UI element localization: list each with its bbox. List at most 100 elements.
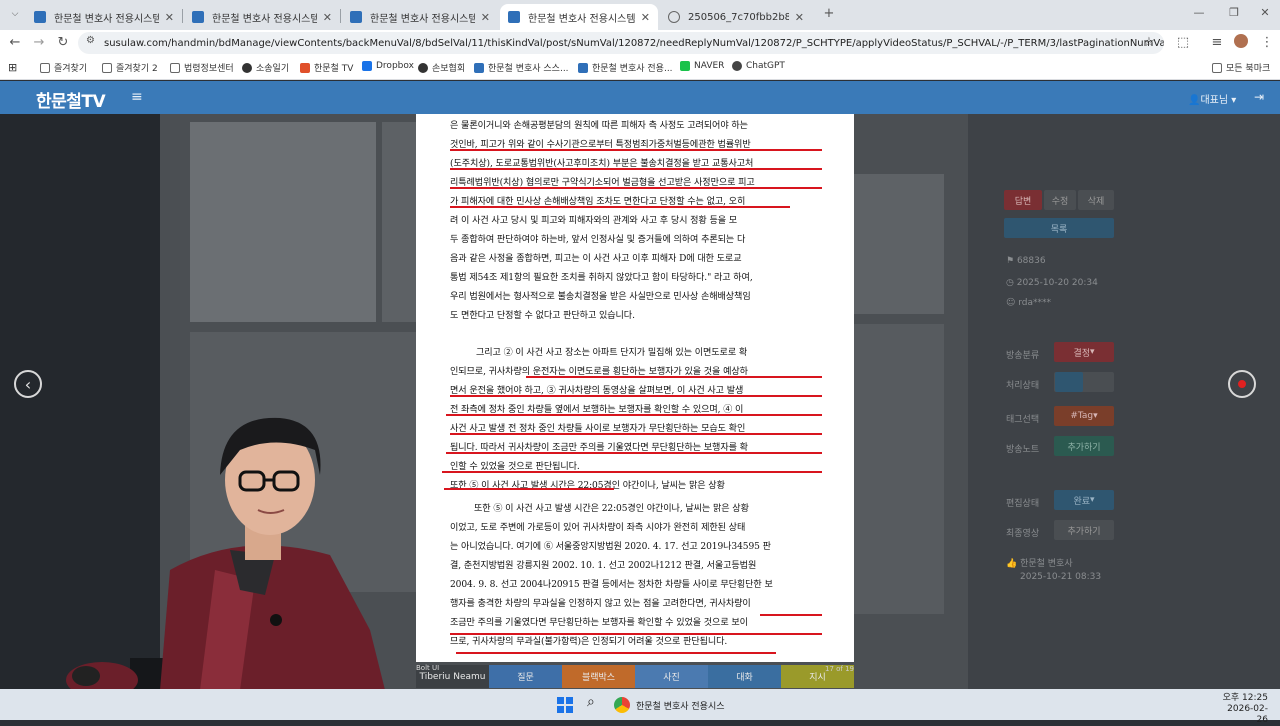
bookmark-item[interactable]: 한문철 TV bbox=[300, 61, 353, 74]
site-favicon-icon bbox=[350, 11, 362, 23]
user-icon: 👤 bbox=[1188, 95, 1201, 106]
hamburger-menu-icon[interactable]: ≡ bbox=[131, 89, 143, 105]
add-final-video-button[interactable]: 추가하기 bbox=[1054, 520, 1114, 540]
doc-line: 인되므로, 귀사차량의 운전자는 이면도로를 횡단하는 보행자가 있을 것을 예… bbox=[450, 367, 748, 377]
next-page-button[interactable] bbox=[1228, 370, 1256, 398]
browser-tab[interactable]: 한문철 변호사 전용시스템 ✕ bbox=[342, 4, 498, 30]
doc-line: 됩니다. 따라서 귀사차량이 조금만 주의를 기울였다면 무단횡단하는 보행자를… bbox=[450, 443, 748, 453]
user-menu[interactable]: 👤대표님 ▾ bbox=[1188, 91, 1236, 106]
chatgpt-icon bbox=[732, 61, 742, 71]
doc-line: 결, 춘천지방법원 강릉지원 2002. 10. 1. 선고 2002나1212… bbox=[450, 561, 757, 571]
doc-line: 음과 같은 사정을 종합하면, 피고는 이 사건 사고 이후 피해자 D에 대한… bbox=[450, 254, 742, 264]
new-tab-button[interactable]: + bbox=[820, 5, 838, 23]
windows-start-icon[interactable] bbox=[557, 697, 573, 713]
doc-line: 두 종합하여 판단하여야 하는바, 앞서 인정사실 및 증거들에 의하여 추론되… bbox=[450, 235, 746, 245]
bookmark-item[interactable]: 즐겨찾기 bbox=[40, 61, 87, 74]
restore-icon[interactable]: ❐ bbox=[1225, 4, 1243, 22]
browser-tab[interactable]: 250506_7c70fbb2b8b3bcb01e·✕ bbox=[660, 4, 812, 30]
site-favicon-icon bbox=[192, 11, 204, 23]
tab-question[interactable]: 질문 bbox=[489, 665, 562, 688]
globe-icon bbox=[242, 62, 252, 73]
bookmark-item[interactable]: 한문철 변호사 전용... bbox=[578, 61, 673, 74]
list-button[interactable]: 목록 bbox=[1004, 218, 1114, 238]
bookmark-item[interactable]: 손보협회 bbox=[418, 61, 465, 74]
bookmark-item[interactable]: 법령정보센터 bbox=[170, 61, 234, 74]
app-logo[interactable]: 한문철TV bbox=[36, 87, 106, 112]
extensions-icon[interactable]: ⬚ bbox=[1174, 34, 1192, 52]
address-bar[interactable]: ⚙ susulaw.com/handmin/bdManage/viewConte… bbox=[78, 32, 1164, 54]
delete-button[interactable]: 삭제 bbox=[1078, 190, 1114, 210]
doc-line: 조금만 주의를 기울였다면 무단횡단하는 보행자를 확인할 수 있었을 것으로 … bbox=[450, 618, 748, 628]
site-info-icon[interactable]: ⚙ bbox=[86, 35, 95, 46]
viewer-bottom-tabs: Tiberiu Neamu 질문 블랙박스 사진 대화 지시 bbox=[416, 665, 854, 688]
bookmark-item[interactable]: 즐겨찾기 2 bbox=[102, 61, 158, 74]
tag-select[interactable]: #Tag ▾ bbox=[1054, 406, 1114, 426]
site-favicon-icon bbox=[508, 11, 520, 23]
add-note-button[interactable]: 추가하기 bbox=[1054, 436, 1114, 456]
doc-line: 그리고 ② 이 사건 사고 장소는 아파트 단지가 밀집해 있는 이면도로로 확 bbox=[476, 348, 748, 358]
bookmark-item[interactable]: Dropbox bbox=[362, 61, 414, 71]
post-user: ☺ rda**** bbox=[1006, 298, 1052, 308]
red-underline bbox=[450, 206, 790, 208]
tab-chat[interactable]: 대화 bbox=[708, 665, 781, 688]
logout-icon[interactable]: ⇥ bbox=[1254, 90, 1264, 104]
bookmark-item[interactable]: ChatGPT bbox=[732, 61, 785, 71]
tab-close-icon[interactable]: ✕ bbox=[641, 11, 650, 24]
all-bookmarks[interactable]: 모든 북마크 bbox=[1212, 61, 1270, 74]
tab-search-icon[interactable]: ⌵ bbox=[6, 5, 24, 23]
red-underline bbox=[444, 488, 614, 490]
folder-icon bbox=[40, 62, 50, 73]
doc-line: 가 피해자에 대한 민사상 손해배상책임 조차도 면한다고 단정할 수는 없고,… bbox=[450, 197, 746, 207]
minimize-icon[interactable]: — bbox=[1190, 4, 1208, 22]
browser-tab-active[interactable]: 한문철 변호사 전용시스템 ✕ bbox=[500, 4, 658, 30]
system-clock[interactable]: 오후 12:25 2026-02-26 bbox=[1216, 693, 1268, 726]
reload-icon[interactable]: ↻ bbox=[54, 34, 72, 52]
doc-line: 통법 제54조 제1항의 필요한 조치를 취하지 않았다고 함이 타당하다." … bbox=[450, 273, 753, 283]
apps-icon[interactable]: ⊞ bbox=[8, 61, 17, 74]
prev-page-button[interactable]: ‹ bbox=[14, 370, 42, 398]
tab-close-icon[interactable]: ✕ bbox=[481, 11, 490, 24]
forward-icon[interactable]: → bbox=[30, 34, 48, 52]
status-toggle[interactable] bbox=[1054, 372, 1114, 392]
bookmark-item[interactable]: 한문철 변호사 스스... bbox=[474, 61, 569, 74]
search-icon[interactable]: ⌕ bbox=[587, 694, 595, 710]
taskbar-chrome-item[interactable]: 한문철 변호사 전용시스 bbox=[614, 694, 725, 716]
field-label: 처리상태 bbox=[1006, 381, 1040, 391]
owner-date: 2025-10-21 08:33 bbox=[1020, 572, 1102, 582]
bookmark-item[interactable]: 소송일기 bbox=[242, 61, 289, 74]
edit-status-select[interactable]: 완료 ▾ bbox=[1054, 490, 1114, 510]
media-icon[interactable]: ≡ bbox=[1208, 34, 1226, 52]
chrome-icon bbox=[614, 697, 630, 713]
bookmark-star-icon[interactable]: ☆ bbox=[1140, 34, 1158, 52]
post-date: ◷ 2025-10-20 20:34 bbox=[1006, 278, 1098, 288]
menu-icon[interactable]: ⋮ bbox=[1258, 34, 1276, 52]
category-select[interactable]: 결정 ▾ bbox=[1054, 342, 1114, 362]
doc-line: 또한 ⑤ 이 사건 사고 발생 시간은 22:05경인 야간이나, 날씨는 맑은… bbox=[474, 504, 749, 514]
close-window-icon[interactable]: ✕ bbox=[1256, 4, 1274, 22]
reply-button[interactable]: 답변 bbox=[1004, 190, 1042, 210]
tab-close-icon[interactable]: ✕ bbox=[165, 11, 174, 24]
red-underline bbox=[450, 395, 822, 397]
globe-icon bbox=[418, 62, 428, 73]
doc-line: 면서 운전을 했어야 하고, ③ 귀사차량의 동영상을 살펴보면, 이 사건 사… bbox=[450, 386, 744, 396]
profile-avatar-icon[interactable] bbox=[1232, 34, 1250, 52]
back-icon[interactable]: ← bbox=[6, 34, 24, 52]
browser-tab[interactable]: 한문철 변호사 전용시스템 ✕ bbox=[26, 4, 182, 30]
tab-photo[interactable]: 사진 bbox=[635, 665, 708, 688]
doc-line: 이었고, 도로 주변에 가로등이 있어 귀사차량이 좌측 시야가 완전히 제한된… bbox=[450, 523, 746, 533]
browser-tab[interactable]: 한문철 변호사 전용시스템 ✕ bbox=[184, 4, 340, 30]
bookmark-item[interactable]: NAVER bbox=[680, 61, 724, 71]
field-label: 최종영상 bbox=[1006, 529, 1040, 539]
red-underline bbox=[446, 452, 822, 454]
field-label: 태그선택 bbox=[1006, 415, 1040, 425]
app-header: 한문철TV ≡ 👤대표님 ▾ ⇥ bbox=[0, 81, 1280, 114]
clock-icon: ◷ bbox=[1006, 278, 1017, 288]
tab-blackbox[interactable]: 블랙박스 bbox=[562, 665, 635, 688]
bookmarks-bar: ⊞ 즐겨찾기 즐겨찾기 2 법령정보센터 소송일기 한문철 TV Dropbox… bbox=[0, 56, 1280, 80]
doc-line: 우리 법원에서는 형사적으로 불송치결정을 받은 사실만으로 민사상 손해배상책… bbox=[450, 292, 751, 302]
thumbs-up-icon: 👍 bbox=[1006, 559, 1021, 569]
edit-button[interactable]: 수정 bbox=[1044, 190, 1076, 210]
tab-close-icon[interactable]: ✕ bbox=[795, 11, 804, 24]
doc-line: 므로, 귀사차량의 무과실(불가항력)은 인정되기 어려울 것으로 판단됩니다. bbox=[450, 637, 728, 647]
tab-close-icon[interactable]: ✕ bbox=[323, 11, 332, 24]
